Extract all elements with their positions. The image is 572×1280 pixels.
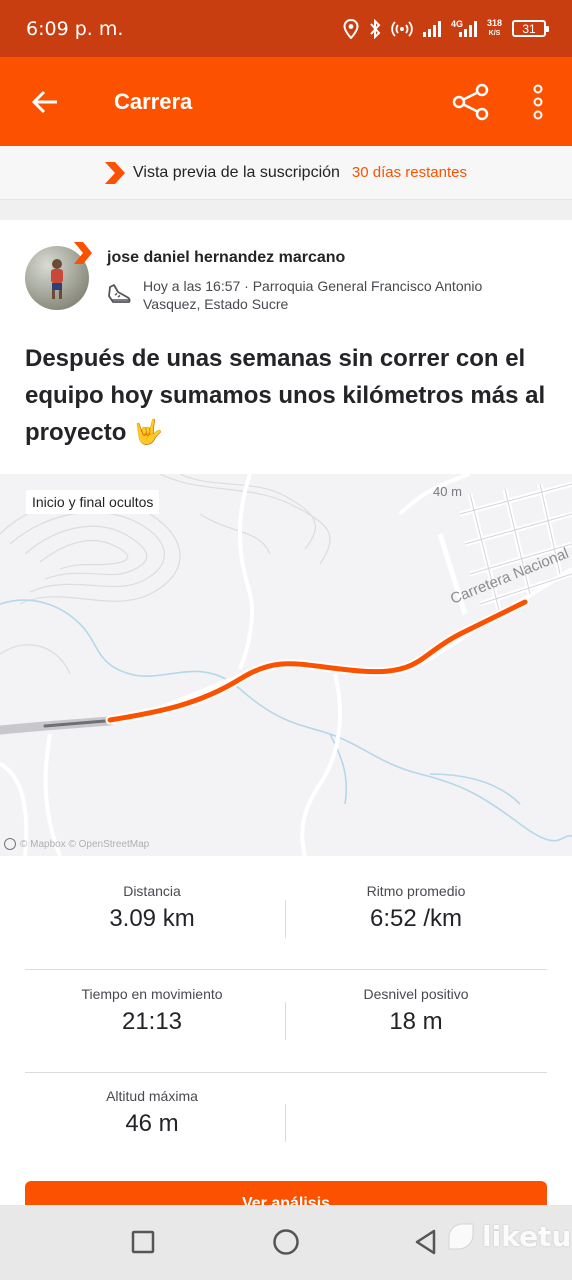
row-divider	[25, 1072, 547, 1073]
share-icon	[452, 83, 489, 121]
activity-meta: Hoy a las 16:57 · Parroquia General Fran…	[143, 278, 483, 312]
subscription-text: Vista previa de la suscripción	[133, 163, 340, 181]
more-options-button[interactable]	[520, 79, 556, 125]
stat-moving-time: Tiempo en movimiento 21:13	[22, 986, 282, 1036]
subscription-banner[interactable]: Vista previa de la suscripción 30 días r…	[0, 146, 572, 200]
more-vertical-icon	[533, 84, 543, 120]
section-separator	[0, 200, 572, 220]
stat-value: 3.09 km	[109, 905, 195, 932]
stat-label: Tiempo en movimiento	[81, 986, 223, 1002]
elevation-label: 40 m	[433, 484, 462, 499]
home-button[interactable]	[266, 1225, 306, 1259]
back-nav-button[interactable]	[406, 1225, 446, 1259]
map-canvas	[0, 474, 572, 856]
stat-distance: Distancia 3.09 km	[22, 883, 282, 933]
signal-icon	[422, 20, 441, 37]
subscription-days-remaining: 30 días restantes	[351, 164, 467, 181]
recents-button[interactable]	[123, 1225, 163, 1259]
stat-value: 46 m	[125, 1110, 179, 1137]
battery-icon: 31	[512, 20, 549, 37]
activity-stats: Distancia 3.09 km Ritmo promedio 6:52 /k…	[0, 856, 572, 1206]
network-type: 4G	[450, 18, 463, 29]
network-speed-unit: K/S	[488, 30, 501, 37]
stat-label: Altitud máxima	[106, 1088, 198, 1104]
signal-4g-icon: 4G	[450, 18, 477, 37]
bluetooth-icon	[369, 18, 381, 39]
map-attribution[interactable]: © Mapbox © OpenStreetMap	[4, 838, 149, 850]
status-time: 6:09 p. m.	[26, 17, 124, 40]
network-speed-value: 318	[486, 18, 502, 28]
stat-max-elevation: Altitud máxima 46 m	[22, 1088, 282, 1138]
back-button[interactable]	[0, 57, 90, 146]
stat-elevation-gain: Desnivel positivo 18 m	[286, 986, 546, 1036]
page-title: Carrera	[114, 88, 193, 114]
share-button[interactable]	[448, 79, 494, 125]
liketu-logo-icon	[448, 1223, 474, 1249]
attribution-text: © Mapbox © OpenStreetMap	[20, 838, 150, 850]
strava-chevron-icon	[105, 161, 125, 184]
stat-divider	[285, 1104, 286, 1142]
home-circle-icon	[273, 1229, 299, 1255]
network-speed: 318 K/S	[487, 19, 502, 38]
stat-label: Ritmo promedio	[366, 883, 466, 899]
recents-square-icon	[131, 1230, 155, 1254]
activity-title: Después de unas semanas sin correr con e…	[25, 345, 546, 446]
location-icon	[343, 18, 359, 39]
stat-pace: Ritmo promedio 6:52 /km	[286, 883, 546, 933]
running-shoe-icon	[108, 284, 131, 303]
stat-label: Distancia	[123, 883, 181, 899]
mapbox-logo-icon	[4, 838, 16, 850]
privacy-label: Inicio y final ocultos	[26, 490, 160, 514]
athlete-name[interactable]: jose daniel hernandez marcano	[107, 249, 345, 267]
status-icons: 4G 318 K/S 31	[343, 18, 549, 39]
watermark-text: liketu	[482, 1220, 572, 1253]
status-bar: 6:09 p. m. 4G 318 K/S 31	[0, 0, 572, 57]
avatar-photo	[51, 259, 63, 299]
stat-value: 18 m	[389, 1008, 443, 1035]
watermark: liketu	[446, 1220, 571, 1253]
stat-value: 6:52 /km	[369, 905, 463, 932]
hotspot-icon	[391, 20, 413, 38]
activity-header: jose daniel hernandez marcano Hoy a las …	[0, 220, 572, 474]
stat-value: 21:13	[121, 1008, 183, 1035]
activity-map[interactable]: Inicio y final ocultos 40 m Carretera Na…	[0, 474, 572, 856]
battery-level: 31	[522, 21, 536, 36]
row-divider	[25, 969, 547, 970]
back-triangle-icon	[415, 1229, 436, 1255]
subscriber-badge-icon	[74, 242, 92, 264]
app-bar: Carrera	[0, 57, 572, 146]
stat-label: Desnivel positivo	[363, 986, 469, 1002]
back-arrow-icon	[31, 90, 57, 113]
